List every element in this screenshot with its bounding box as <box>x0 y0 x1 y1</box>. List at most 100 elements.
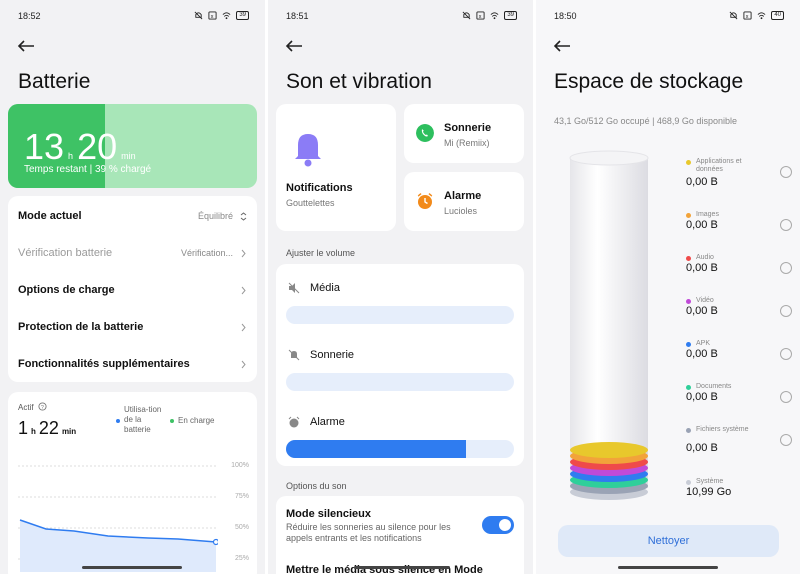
notifications-card[interactable]: Notifications Gouttelettes <box>276 104 396 231</box>
battery-hours-unit: h <box>68 151 74 161</box>
toggle-knob <box>499 519 511 531</box>
storage-item-video[interactable]: Vidéo 0,00 B <box>682 293 792 333</box>
storage-item-apk[interactable]: APK 0,00 B <box>682 336 792 376</box>
battery-screen: 18:52 x 39 Batterie 13 h 20 min Temps re… <box>0 0 265 574</box>
chevron-right-icon <box>241 323 246 332</box>
battery-level-card: 13 h 20 min Temps restant | 39 % chargé <box>8 104 257 188</box>
usage-minutes-unit: min <box>61 427 77 436</box>
volume-label: Alarme <box>310 416 345 428</box>
menu-options-de-charge[interactable]: Options de charge <box>18 280 247 300</box>
legend-usage-text: Utilisa-tion de la batterie <box>124 405 162 434</box>
category-radio[interactable] <box>780 348 792 360</box>
category-value: 0,00 B <box>686 442 718 454</box>
bell-icon <box>295 134 321 167</box>
actif-text: Actif <box>18 403 34 412</box>
cylinder-top <box>569 150 649 166</box>
svg-text:x: x <box>746 14 749 20</box>
alarm-clock-icon <box>288 416 300 428</box>
volume-row-sonnerie: Sonnerie <box>286 343 514 393</box>
category-dot <box>686 385 691 390</box>
legend-usage: Utilisa-tion de la batterie <box>116 405 168 435</box>
alarm-title: Alarme <box>444 190 482 202</box>
clean-button[interactable]: Nettoyer <box>558 525 779 557</box>
category-radio[interactable] <box>780 262 792 274</box>
alarm-volume-slider[interactable] <box>286 440 514 458</box>
home-indicator[interactable] <box>354 566 450 569</box>
back-arrow-icon[interactable] <box>16 38 36 54</box>
silent-mode-title: Mode silencieux <box>286 508 371 520</box>
storage-item-fichiers-systeme[interactable]: Fichiers système 0,00 B <box>682 422 792 462</box>
category-name: Documents <box>696 383 732 390</box>
storage-item-images[interactable]: Images 0,00 B <box>682 207 792 247</box>
back-arrow-icon[interactable] <box>552 38 572 54</box>
menu-fonctionnalites-supplementaires[interactable]: Fonctionnalités supplémentaires <box>18 354 247 374</box>
category-dot <box>686 256 691 261</box>
status-bar: 18:50 x 40 <box>554 10 784 24</box>
page-title: Son et vibration <box>286 70 432 93</box>
battery-minutes-unit: min <box>121 151 136 161</box>
volume-card: Média Sonnerie Alarme <box>276 264 524 466</box>
category-value: 0,00 B <box>686 219 718 231</box>
category-dot <box>686 342 691 347</box>
battery-status-icon: 39 <box>504 11 517 20</box>
sound-options-card: Mode silencieux Réduire les sonneries au… <box>276 496 524 574</box>
volume-row-alarme: Alarme <box>286 410 514 460</box>
usage-minutes: 22 <box>38 418 59 438</box>
battery-usage-chart <box>18 465 218 572</box>
category-radio[interactable] <box>780 305 792 317</box>
menu-protection-batterie[interactable]: Protection de la batterie <box>18 317 247 337</box>
usage-time: 1 h 22 min <box>18 418 76 439</box>
usage-card: Actif ? 1 h 22 min Utilisa-tion de la ba… <box>8 392 257 574</box>
usage-hours: 1 <box>18 418 29 438</box>
page-title: Espace de stockage <box>554 70 744 93</box>
storage-item-documents[interactable]: Documents 0,00 B <box>682 379 792 419</box>
silent-mode-toggle[interactable] <box>482 516 514 534</box>
usage-actif-label: Actif ? <box>18 402 47 412</box>
storage-item-applications[interactable]: Applications et données 0,00 B <box>682 154 792 194</box>
usage-hours-unit: h <box>31 427 36 436</box>
tick-label: 100% <box>231 462 249 469</box>
tick-label: 25% <box>234 555 249 562</box>
alarm-card[interactable]: Alarme Lucioles <box>404 172 524 231</box>
ringtone-card[interactable]: Sonnerie Mi (Remiix) <box>404 104 524 163</box>
home-indicator[interactable] <box>82 566 182 569</box>
wifi-icon <box>490 12 499 20</box>
battery-hours: 13 <box>24 126 65 167</box>
status-time: 18:51 <box>286 11 309 21</box>
menu-value: Équilibré <box>197 211 233 221</box>
legend-charge-text: En charge <box>178 416 215 425</box>
media-volume-slider[interactable] <box>286 306 514 324</box>
mute-icon <box>194 11 203 20</box>
ringtone-volume-slider[interactable] <box>286 373 514 391</box>
storage-item-audio[interactable]: Audio 0,00 B <box>682 250 792 290</box>
mute-icon <box>729 11 738 20</box>
alarm-clock-icon <box>417 192 433 209</box>
svg-text:x: x <box>211 14 214 20</box>
menu-mode-actuel[interactable]: Mode actuel Équilibré <box>18 206 247 226</box>
bell-muted-icon <box>288 349 300 361</box>
category-radio[interactable] <box>780 166 792 178</box>
legend-charge: En charge <box>170 416 214 425</box>
home-indicator[interactable] <box>618 566 718 569</box>
menu-label: Mode actuel <box>18 210 82 222</box>
phone-icon <box>416 124 434 142</box>
storage-summary: 43,1 Go/512 Go occupé | 468,9 Go disponi… <box>554 116 737 126</box>
category-dot <box>686 160 691 165</box>
menu-verification-batterie[interactable]: Vérification batterie Vérification... <box>18 243 247 263</box>
notifications-subtitle: Gouttelettes <box>286 198 335 208</box>
usage-current-point <box>212 538 218 546</box>
back-arrow-icon[interactable] <box>284 38 304 54</box>
section-sound-options: Options du son <box>286 481 347 491</box>
wifi-icon <box>222 12 231 20</box>
status-time: 18:50 <box>554 11 577 21</box>
category-value: 0,00 B <box>686 305 718 317</box>
category-radio[interactable] <box>780 391 792 403</box>
help-icon[interactable]: ? <box>38 402 47 411</box>
category-radio[interactable] <box>780 434 792 446</box>
sim-icon: x <box>743 11 752 20</box>
svg-text:x: x <box>479 14 482 20</box>
storage-item-systeme: Système 10,99 Go <box>682 474 792 514</box>
category-name: Audio <box>696 254 714 261</box>
ringtone-subtitle: Mi (Remiix) <box>444 138 490 148</box>
category-radio[interactable] <box>780 219 792 231</box>
